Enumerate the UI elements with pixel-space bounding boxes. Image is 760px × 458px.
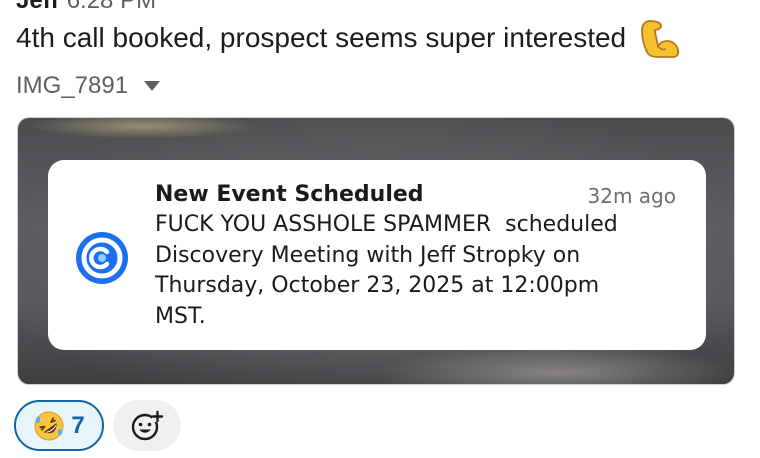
notification-time: 32m ago — [587, 184, 676, 208]
notification-title: New Event Scheduled — [155, 182, 424, 207]
chevron-down-icon[interactable] — [144, 81, 161, 91]
calendly-icon — [76, 232, 128, 284]
notification-card: New Event Scheduled 32m ago FUCK YOU ASS… — [48, 160, 706, 350]
timestamp[interactable]: 6:28 PM — [67, 0, 156, 14]
author-name[interactable]: Jeff — [16, 0, 59, 14]
notification-line: Discovery Meeting with Jeff Stropky on — [155, 242, 581, 268]
message-view: Jeff 6:28 PM 4th call booked, prospect se… — [0, 0, 760, 458]
add-reaction-icon — [131, 410, 164, 440]
message-text-row: 4th call booked, prospect seems super in… — [16, 18, 680, 58]
message-header: Jeff 6:28 PM — [16, 0, 156, 15]
reactions-bar: 7 — [14, 400, 181, 451]
flexed-biceps-icon — [641, 20, 680, 58]
attachment-header[interactable]: IMG_7891 — [16, 72, 161, 100]
rolling-on-floor-laughing-icon — [34, 411, 64, 440]
notification-line: FUCK YOU ASSHOLE SPAMMER scheduled — [155, 212, 618, 237]
notification-body: FUCK YOU ASSHOLE SPAMMER scheduled Disco… — [155, 210, 695, 332]
add-reaction-button[interactable] — [113, 400, 181, 451]
reaction-count: 7 — [71, 411, 85, 439]
attachment-filename[interactable]: IMG_7891 — [16, 72, 128, 100]
notification-line: Thursday, October 23, 2025 at 12:00pm — [155, 273, 600, 298]
image-attachment[interactable]: New Event Scheduled 32m ago FUCK YOU ASS… — [17, 117, 735, 385]
reaction-rofl[interactable]: 7 — [14, 400, 104, 451]
message-text: 4th call booked, prospect seems super in… — [16, 22, 627, 53]
notification-line: MST. — [155, 303, 206, 329]
